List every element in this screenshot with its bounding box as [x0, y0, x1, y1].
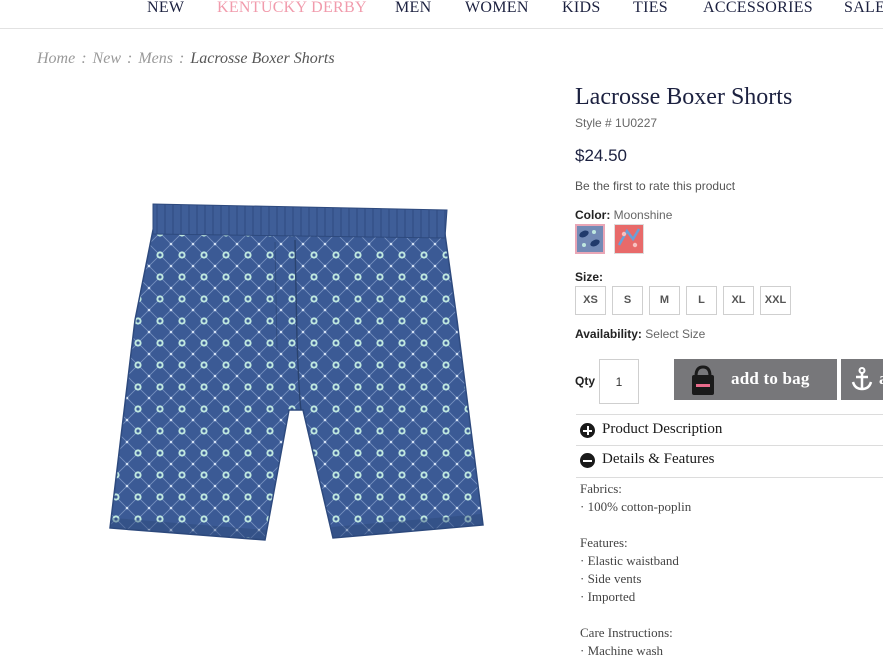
- nav-item-women[interactable]: WOMEN: [465, 0, 529, 17]
- top-navigation: NEW KENTUCKY DERBY MEN WOMEN KIDS TIES A…: [0, 0, 883, 29]
- availability: Availability: Select Size: [575, 327, 705, 341]
- size-xxl-button[interactable]: XXL: [760, 286, 791, 315]
- size-label: Size:: [575, 270, 604, 284]
- boxer-shorts-illustration: [109, 203, 484, 541]
- breadcrumb: Home: New: Mens: Lacrosse Boxer Shorts: [37, 50, 335, 68]
- color-swatch-moonshine[interactable]: [575, 224, 605, 254]
- fabrics-item: · 100% cotton-poplin: [580, 499, 692, 514]
- features-title: Features:: [580, 535, 628, 550]
- size-m-button[interactable]: M: [649, 286, 680, 315]
- features-item: · Side vents: [580, 571, 642, 586]
- product-price: $24.50: [575, 146, 627, 165]
- nav-item-new[interactable]: NEW: [147, 0, 184, 17]
- qty-input[interactable]: [599, 359, 639, 404]
- anchor-button[interactable]: a: [841, 359, 883, 400]
- size-l-button[interactable]: L: [686, 286, 717, 315]
- care-title: Care Instructions:: [580, 625, 673, 640]
- nav-item-ties[interactable]: TIES: [633, 0, 668, 17]
- features-item: · Imported: [580, 589, 636, 604]
- color-label: Color: Moonshine: [575, 208, 672, 222]
- breadcrumb-separator: :: [127, 50, 133, 67]
- breadcrumb-mens-link[interactable]: Mens: [138, 50, 173, 67]
- size-xs-button[interactable]: XS: [575, 286, 606, 315]
- product-description-label: Product Description: [602, 421, 723, 437]
- color-label-key: Color:: [575, 208, 611, 222]
- availability-label: Availability:: [575, 327, 642, 341]
- product-style-number: Style # 1U0227: [575, 116, 658, 130]
- nav-item-kentucky-derby[interactable]: KENTUCKY DERBY: [217, 0, 367, 17]
- breadcrumb-separator: :: [81, 50, 87, 67]
- size-s-button[interactable]: S: [612, 286, 643, 315]
- swatch-pattern-icon: [615, 225, 643, 253]
- breadcrumb-new-link[interactable]: New: [93, 50, 121, 67]
- plus-circle-icon: [580, 423, 595, 438]
- divider: [576, 414, 883, 415]
- product-image[interactable]: [105, 200, 495, 545]
- breadcrumb-current: Lacrosse Boxer Shorts: [190, 50, 335, 67]
- breadcrumb-separator: :: [178, 50, 185, 67]
- availability-value: Select Size: [645, 327, 706, 341]
- features-item: · Elastic waistband: [580, 553, 679, 568]
- nav-item-kids[interactable]: KIDS: [562, 0, 601, 17]
- fabrics-title: Fabrics:: [580, 481, 622, 496]
- shopping-bag-icon: [692, 365, 714, 395]
- nav-item-sale[interactable]: SALE: [844, 0, 883, 17]
- care-item: · Machine wash: [580, 643, 664, 658]
- swatch-pattern-icon: [577, 226, 603, 252]
- details-features-label: Details & Features: [602, 451, 715, 467]
- size-xl-button[interactable]: XL: [723, 286, 754, 315]
- nav-item-accessories[interactable]: ACCESSORIES: [703, 0, 813, 17]
- minus-circle-icon: [580, 453, 595, 468]
- color-label-value: Moonshine: [613, 208, 673, 222]
- color-swatch-pink[interactable]: [614, 224, 644, 254]
- add-to-bag-label: add to bag: [731, 369, 810, 388]
- divider: [576, 477, 883, 478]
- anchor-button-label: a: [879, 369, 883, 389]
- qty-label: Qty: [575, 374, 596, 388]
- divider: [576, 445, 883, 446]
- anchor-icon: [851, 367, 873, 391]
- product-title: Lacrosse Boxer Shorts: [575, 84, 793, 110]
- nav-item-men[interactable]: MEN: [395, 0, 431, 17]
- breadcrumb-home-link[interactable]: Home: [37, 50, 75, 67]
- rate-product-link[interactable]: Be the first to rate this product: [575, 179, 735, 193]
- add-to-bag-button[interactable]: add to bag: [674, 359, 837, 400]
- details-features-content: Fabrics: · 100% cotton-poplin Features: …: [580, 480, 691, 660]
